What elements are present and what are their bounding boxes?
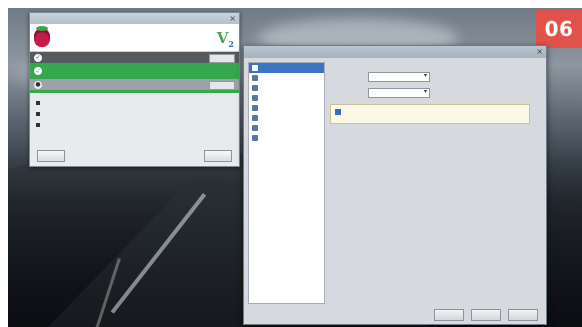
category-item[interactable]: [249, 93, 324, 103]
close-icon[interactable]: ×: [536, 47, 543, 57]
bullet-icon: [36, 100, 40, 105]
footer-button-right[interactable]: [508, 309, 538, 321]
status-row-button[interactable]: [209, 81, 235, 90]
window-footer: [244, 309, 546, 321]
setting-row: [330, 72, 430, 82]
category-list: [248, 62, 325, 304]
status-row[interactable]: ✓: [30, 52, 239, 63]
vpn-header: V2: [30, 24, 239, 52]
menu-list: [30, 93, 239, 130]
window-titlebar[interactable]: ×: [30, 13, 239, 24]
category-item[interactable]: [249, 103, 324, 113]
category-icon: [252, 75, 258, 81]
bullet-icon: [36, 122, 40, 127]
setting-row: [330, 88, 430, 98]
window-titlebar[interactable]: ×: [244, 46, 546, 58]
user-icon: ●: [34, 80, 42, 89]
info-box: [330, 104, 530, 124]
setting-select[interactable]: [368, 72, 430, 82]
status-row-connected[interactable]: ✓: [30, 63, 239, 79]
raspberry-pi-logo: [34, 25, 50, 47]
category-icon: [252, 85, 258, 91]
status-row-button[interactable]: [209, 54, 235, 63]
category-icon: [252, 115, 258, 121]
window-footer: [30, 150, 239, 162]
menu-item[interactable]: [36, 97, 235, 108]
category-item[interactable]: [249, 63, 324, 73]
check-icon: ✓: [34, 67, 42, 75]
status-row[interactable]: ●: [30, 79, 239, 90]
settings-panel: [328, 62, 542, 304]
category-icon: [252, 65, 258, 71]
vpn-brand-logo: V2: [216, 29, 234, 49]
category-item[interactable]: [249, 123, 324, 133]
category-item[interactable]: [249, 73, 324, 83]
right-button[interactable]: [204, 150, 232, 162]
bullet-icon: [36, 111, 40, 116]
close-icon[interactable]: ×: [229, 14, 236, 23]
footer-button-left[interactable]: [434, 309, 464, 321]
category-item[interactable]: [249, 113, 324, 123]
step-badge: 06: [536, 10, 582, 48]
vpn-login-window: × V2 ✓ ✓ ●: [29, 12, 240, 167]
category-icon: [252, 105, 258, 111]
category-item[interactable]: [249, 83, 324, 93]
category-icon: [252, 125, 258, 131]
category-icon: [252, 135, 258, 141]
setting-select[interactable]: [368, 88, 430, 98]
status-icon: ✓: [34, 53, 42, 62]
info-icon: [335, 109, 341, 115]
category-item[interactable]: [249, 133, 324, 143]
menu-item[interactable]: [36, 108, 235, 119]
left-button[interactable]: [37, 150, 65, 162]
preferences-window: ×: [243, 45, 547, 325]
category-icon: [252, 95, 258, 101]
menu-item[interactable]: [36, 119, 235, 130]
footer-button-middle[interactable]: [471, 309, 501, 321]
